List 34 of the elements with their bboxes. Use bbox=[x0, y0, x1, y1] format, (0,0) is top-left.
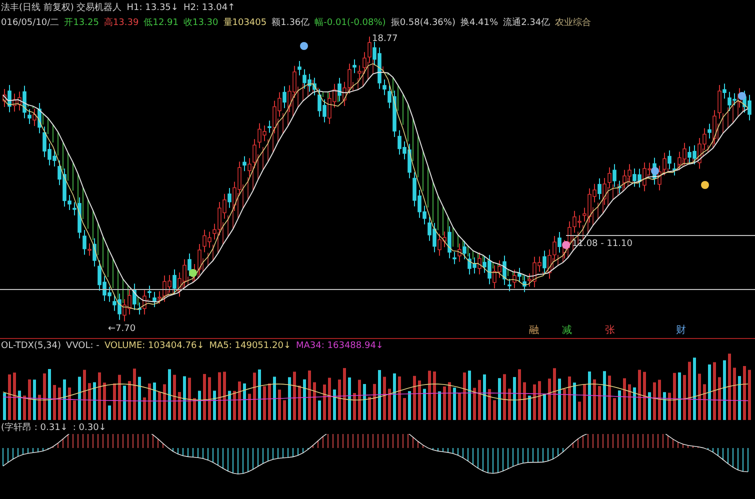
legend-text: H2: 13.04↑ bbox=[183, 2, 236, 14]
signal-dot-icon bbox=[300, 42, 308, 50]
legend-text: 幅-0.01(-0.08%) bbox=[314, 17, 386, 29]
legend-text: 流通2.34亿 bbox=[503, 17, 550, 29]
event-marker: 张 bbox=[605, 325, 615, 337]
signal-dot-icon bbox=[562, 241, 570, 249]
legend-text: 016/05/10/二 bbox=[1, 17, 60, 29]
legend-text: 开13.25 bbox=[64, 17, 99, 29]
legend-text: MA34: 163488.94↓ bbox=[296, 340, 384, 352]
signal-dot-icon bbox=[701, 181, 709, 189]
legend-text: (字轩昂 : 0.31↓ bbox=[1, 422, 68, 434]
legend-text: 高13.39 bbox=[104, 17, 139, 29]
event-marker: 减 bbox=[562, 325, 572, 337]
price-label: ←7.70 bbox=[108, 323, 136, 335]
price-label: 18.77 bbox=[372, 33, 398, 45]
legend-text: : 0.30↓ bbox=[72, 422, 106, 434]
legend-text: 法丰(日线 前复权) 交易机器人 bbox=[1, 2, 122, 14]
legend-text: 低12.91 bbox=[144, 17, 178, 29]
event-marker: 融 bbox=[529, 325, 539, 337]
legend-text: 换4.41% bbox=[460, 17, 498, 29]
legend-text: 收13.30 bbox=[183, 17, 218, 29]
signal-dot-icon bbox=[738, 92, 746, 100]
legend-text: MA5: 149051.20↓ bbox=[209, 340, 291, 352]
signal-dot-icon bbox=[189, 269, 197, 277]
legend-text: VOLUME: 103404.76↓ bbox=[104, 340, 204, 352]
legend-text: 振0.58(4.36%) bbox=[390, 17, 456, 29]
legend-text: H1: 13.35↓ bbox=[126, 2, 178, 14]
legend-text: VVOL: - bbox=[66, 340, 100, 352]
legend-text: 农业综合 bbox=[555, 17, 592, 29]
legend-text: OL-TDX(5,34) bbox=[1, 340, 62, 352]
signal-dot-icon bbox=[651, 167, 659, 175]
legend-text: 额1.36亿 bbox=[272, 17, 310, 29]
event-marker: 财 bbox=[676, 325, 686, 337]
legend-text: 量103405 bbox=[223, 17, 267, 29]
